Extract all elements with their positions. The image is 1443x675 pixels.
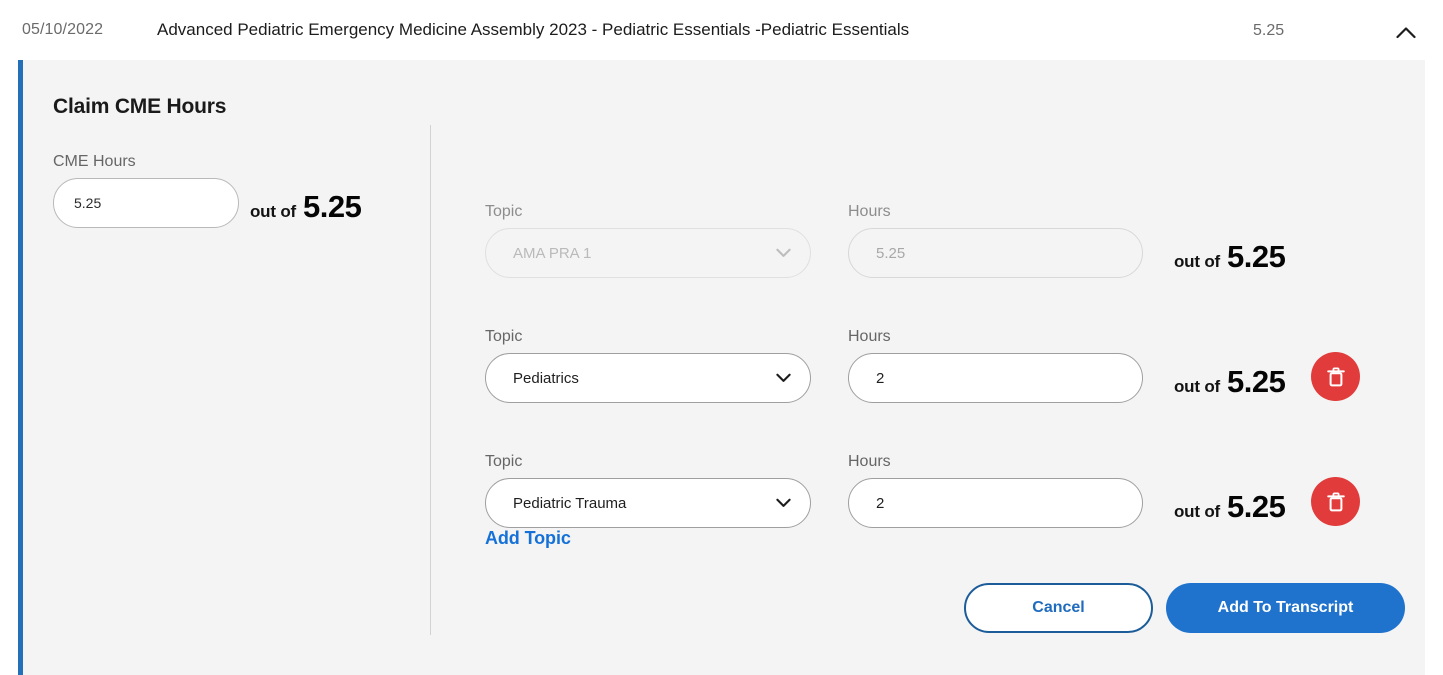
hours-label: Hours [848, 203, 1143, 221]
course-title: Advanced Pediatric Emergency Medicine As… [157, 20, 909, 40]
topic-select-wrap: AMA PRA 1 [485, 228, 811, 278]
row-out-of-label: out of [1174, 377, 1220, 397]
delete-topic-button[interactable] [1311, 477, 1360, 526]
cme-out-of: out of 5.25 [250, 189, 361, 225]
hours-input[interactable] [848, 353, 1143, 403]
cme-out-of-value: 5.25 [303, 189, 361, 225]
trash-icon [1326, 491, 1346, 513]
chevron-up-icon[interactable] [1392, 18, 1420, 46]
cme-hours-input[interactable] [53, 178, 239, 228]
cme-hours-label: CME Hours [53, 153, 413, 171]
course-header[interactable]: 05/10/2022 Advanced Pediatric Emergency … [0, 0, 1443, 60]
claim-cme-hours-screen: 05/10/2022 Advanced Pediatric Emergency … [0, 0, 1443, 675]
topic-label: Topic [485, 203, 811, 221]
topic-field-group: Topic Pediatrics [485, 328, 811, 403]
topic-field-group: Topic Pediatric Trauma [485, 453, 811, 528]
cme-out-of-label: out of [250, 202, 296, 222]
cancel-button[interactable]: Cancel [964, 583, 1153, 633]
hours-field-group: Hours [848, 203, 1143, 278]
delete-button-placeholder [1311, 229, 1360, 278]
topic-label: Topic [485, 328, 811, 346]
row-out-of-value: 5.25 [1227, 364, 1285, 400]
topic-select-wrap: Pediatrics [485, 353, 811, 403]
cme-hours-row: out of 5.25 [53, 178, 413, 228]
topic-label: Topic [485, 453, 811, 471]
course-date: 05/10/2022 [22, 21, 103, 39]
trash-icon [1326, 366, 1346, 388]
row-out-of: out of 5.25 [1174, 364, 1285, 400]
hours-input[interactable] [848, 478, 1143, 528]
column-divider [430, 125, 431, 635]
hours-field-group: Hours [848, 328, 1143, 403]
panel-accent-bar [18, 60, 23, 675]
row-out-of: out of 5.25 [1174, 489, 1285, 525]
row-out-of-label: out of [1174, 252, 1220, 272]
hours-label: Hours [848, 453, 1143, 471]
delete-topic-button[interactable] [1311, 352, 1360, 401]
row-out-of-value: 5.25 [1227, 489, 1285, 525]
topic-select[interactable]: AMA PRA 1 [485, 228, 811, 278]
course-hours-total: 5.25 [1253, 22, 1284, 40]
page-title: Claim CME Hours [53, 95, 226, 119]
add-topic-link[interactable]: Add Topic [485, 528, 571, 549]
row-out-of: out of 5.25 [1174, 239, 1285, 275]
topic-row: Topic Pediatrics Hours out of [485, 278, 1405, 403]
topic-field-group: Topic AMA PRA 1 [485, 203, 811, 278]
cme-hours-section: CME Hours out of 5.25 [53, 153, 413, 228]
topic-select-wrap: Pediatric Trauma [485, 478, 811, 528]
topic-row: Topic Pediatric Trauma Hours o [485, 403, 1405, 528]
hours-field-group: Hours [848, 453, 1143, 528]
row-out-of-value: 5.25 [1227, 239, 1285, 275]
topics-section: Topic AMA PRA 1 Hours out of [485, 153, 1405, 528]
hours-input[interactable] [848, 228, 1143, 278]
topic-row: Topic AMA PRA 1 Hours out of [485, 153, 1405, 278]
claim-cme-panel: Claim CME Hours CME Hours out of 5.25 To… [18, 60, 1425, 675]
hours-label: Hours [848, 328, 1143, 346]
row-out-of-label: out of [1174, 502, 1220, 522]
topic-select[interactable]: Pediatrics [485, 353, 811, 403]
add-to-transcript-button[interactable]: Add To Transcript [1166, 583, 1405, 633]
topic-select[interactable]: Pediatric Trauma [485, 478, 811, 528]
form-actions: Cancel Add To Transcript [485, 583, 1405, 633]
